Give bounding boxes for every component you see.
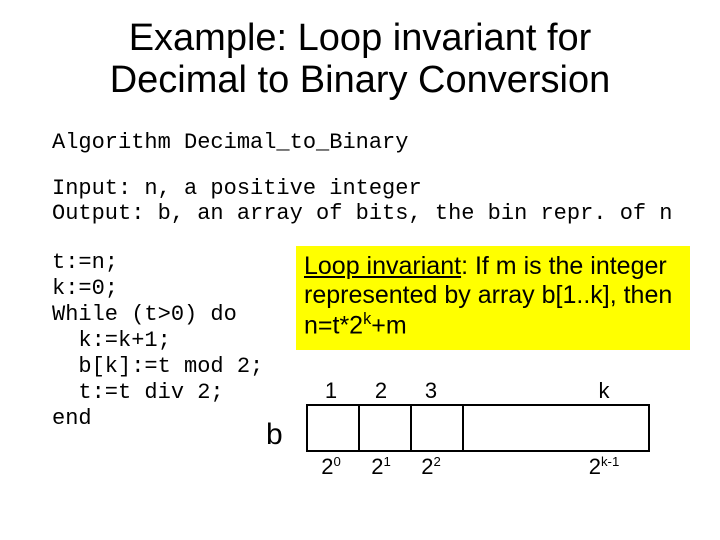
input-line: Input: n, a positive integer (52, 176, 673, 201)
cell (308, 406, 360, 450)
slide: Example: Loop invariant for Decimal to B… (0, 0, 720, 540)
index-row: 123 k (306, 378, 644, 404)
power-0: 20 (306, 454, 356, 480)
index-2: 2 (356, 378, 406, 404)
power-row: 202122 2k-1 (306, 454, 644, 480)
title-line-1: Example: Loop invariant for (129, 17, 592, 59)
power-k: 2k-1 (564, 454, 644, 480)
index-k: k (564, 378, 644, 404)
io-block: Input: n, a positive integer Output: b, … (52, 176, 673, 227)
power-1: 21 (356, 454, 406, 480)
cell (412, 406, 464, 450)
array-diagram: b 123 k 202122 2k-1 (266, 378, 666, 518)
code-line: While (t>0) do (52, 302, 237, 327)
array-label: b (266, 418, 283, 452)
power-2: 22 (406, 454, 456, 480)
invariant-text-2: +m (371, 311, 406, 339)
index-1: 1 (306, 378, 356, 404)
invariant-sup: k (363, 310, 371, 328)
index-3: 3 (406, 378, 456, 404)
cell (360, 406, 412, 450)
code-block: t:=n; k:=0; While (t>0) do k:=k+1; b[k]:… (52, 250, 263, 432)
code-line: k:=k+1; (52, 328, 171, 353)
code-line: t:=t div 2; (52, 380, 224, 405)
slide-title: Example: Loop invariant for Decimal to B… (0, 0, 720, 112)
invariant-label: Loop invariant (304, 252, 461, 280)
array-cells (306, 404, 650, 452)
title-line-2: Decimal to Binary Conversion (110, 59, 611, 101)
loop-invariant-box: Loop invariant: If m is the integer repr… (296, 246, 690, 350)
output-line: Output: b, an array of bits, the bin rep… (52, 201, 673, 226)
cell (568, 406, 648, 450)
algorithm-name: Algorithm Decimal_to_Binary (52, 130, 408, 155)
code-line: k:=0; (52, 276, 118, 301)
code-line: end (52, 406, 92, 431)
code-line: b[k]:=t mod 2; (52, 354, 263, 379)
code-line: t:=n; (52, 250, 118, 275)
cell-gap (464, 406, 568, 450)
